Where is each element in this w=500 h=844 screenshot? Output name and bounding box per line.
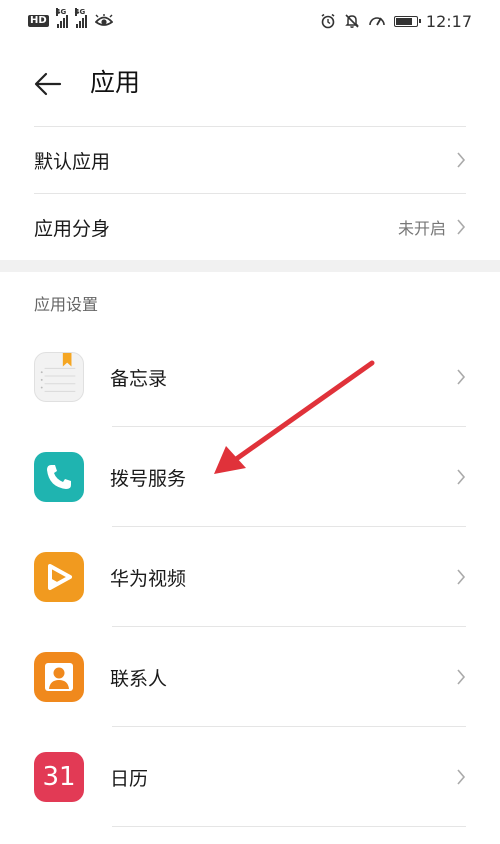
chevron-right-icon <box>457 569 466 585</box>
alarm-icon <box>321 13 335 29</box>
app-item-video[interactable]: 华为视频 <box>34 527 466 627</box>
signal-icon: 4G <box>74 8 87 28</box>
app-twin-row[interactable]: 应用分身 未开启 <box>34 194 466 260</box>
app-label: 备忘录 <box>110 367 168 390</box>
page-title: 应用 <box>90 68 141 97</box>
section-separator <box>0 260 500 272</box>
back-button[interactable] <box>30 66 66 102</box>
row-right <box>456 368 466 386</box>
section-header: 应用设置 <box>34 295 99 314</box>
row-right: 未开启 <box>398 215 466 239</box>
app-twin-status: 未开启 <box>397 219 446 238</box>
app-item-contacts[interactable]: 联系人 <box>34 627 466 727</box>
app-item-calendar[interactable]: 31 日历 <box>34 727 466 827</box>
divider <box>112 826 466 827</box>
signal-icon: 4G <box>55 8 68 28</box>
mute-icon <box>345 14 359 28</box>
chevron-right-icon <box>457 152 466 168</box>
app-twin-label: 应用分身 <box>34 217 111 240</box>
network-type-label: 4G <box>74 8 86 16</box>
chevron-right-icon <box>457 219 466 235</box>
status-right: 12:17 <box>320 12 472 31</box>
row-right <box>456 151 466 169</box>
app-label: 日历 <box>110 767 149 790</box>
default-apps-label: 默认应用 <box>34 150 111 173</box>
app-item-dialer[interactable]: 拨号服务 <box>34 427 466 527</box>
default-apps-row[interactable]: 默认应用 <box>34 127 466 193</box>
row-right <box>456 568 466 586</box>
status-left: HD 4G 4G <box>28 8 113 28</box>
contacts-icon <box>34 652 84 702</box>
chevron-right-icon <box>457 369 466 385</box>
video-icon <box>34 552 84 602</box>
calendar-icon-date: 31 <box>42 762 76 792</box>
chevron-right-icon <box>457 669 466 685</box>
network-type-label: 4G <box>55 8 67 16</box>
eye-icon <box>94 14 113 26</box>
chevron-right-icon <box>457 769 466 785</box>
app-label: 拨号服务 <box>110 467 187 490</box>
phone-icon <box>34 452 84 502</box>
status-bar: HD 4G 4G 12:17 <box>0 0 500 42</box>
speed-icon <box>369 17 385 26</box>
clock: 12:17 <box>425 11 472 31</box>
memo-icon <box>34 352 84 402</box>
calendar-icon: 31 <box>34 752 84 802</box>
row-right <box>456 468 466 486</box>
hd-icon: HD <box>28 15 49 27</box>
battery-icon <box>393 15 421 27</box>
arrow-left-icon <box>34 72 62 96</box>
app-bar: 应用 <box>0 42 500 124</box>
battery-fill <box>395 17 413 25</box>
row-right <box>456 768 466 786</box>
row-right <box>456 668 466 686</box>
chevron-right-icon <box>457 469 466 485</box>
app-label: 联系人 <box>110 667 168 690</box>
app-item-memo[interactable]: 备忘录 <box>34 327 466 427</box>
app-label: 华为视频 <box>110 567 187 590</box>
